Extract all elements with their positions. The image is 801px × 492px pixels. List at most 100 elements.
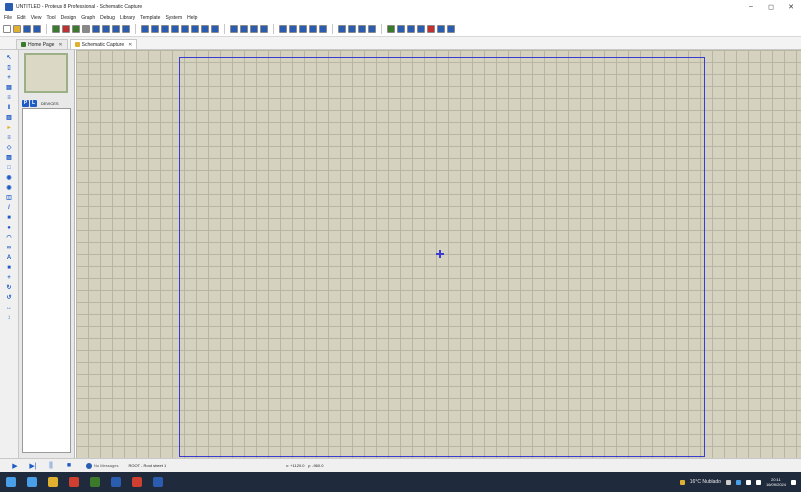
line-icon[interactable]: / bbox=[6, 204, 13, 211]
gerber-icon[interactable] bbox=[82, 25, 90, 33]
text-icon[interactable]: A bbox=[6, 254, 13, 261]
path-icon[interactable]: ∞ bbox=[6, 244, 13, 251]
messages-status[interactable]: No Messages bbox=[94, 463, 118, 468]
origin-icon[interactable] bbox=[161, 25, 169, 33]
wire-autorouter-icon[interactable] bbox=[387, 25, 395, 33]
menu-view[interactable]: View bbox=[31, 15, 42, 21]
box-icon[interactable]: ■ bbox=[6, 214, 13, 221]
menu-design[interactable]: Design bbox=[61, 15, 77, 21]
menu-tool[interactable]: Tool bbox=[46, 15, 55, 21]
grid-icon[interactable] bbox=[151, 25, 159, 33]
refresh-icon[interactable] bbox=[141, 25, 149, 33]
arc-icon[interactable]: ◠ bbox=[6, 234, 13, 241]
cut-icon[interactable] bbox=[250, 25, 258, 33]
word-icon[interactable] bbox=[153, 477, 163, 487]
generator-icon[interactable]: □ bbox=[6, 164, 13, 171]
menu-file[interactable]: File bbox=[4, 15, 12, 21]
subcircuit-icon[interactable]: ▥ bbox=[6, 114, 13, 121]
text-script-icon[interactable]: ≡ bbox=[6, 94, 13, 101]
help-icon[interactable] bbox=[122, 25, 130, 33]
undo-icon[interactable] bbox=[230, 25, 238, 33]
block-move-icon[interactable] bbox=[299, 25, 307, 33]
pick-device-icon[interactable] bbox=[338, 25, 346, 33]
pause-button[interactable]: || bbox=[46, 461, 56, 471]
symbol-icon[interactable]: ■ bbox=[6, 264, 13, 271]
meet-icon[interactable] bbox=[90, 477, 100, 487]
file-explorer-icon[interactable] bbox=[48, 477, 58, 487]
menu-edit[interactable]: Edit bbox=[17, 15, 26, 21]
rotate-cw-icon[interactable]: ↻ bbox=[6, 284, 13, 291]
schematic-canvas[interactable] bbox=[76, 50, 801, 458]
chevron-up-icon[interactable] bbox=[725, 479, 731, 485]
mirror-x-icon[interactable]: ↔ bbox=[6, 304, 13, 311]
paste-icon[interactable] bbox=[279, 25, 287, 33]
decompose-icon[interactable] bbox=[368, 25, 376, 33]
save-icon[interactable] bbox=[23, 25, 31, 33]
schematic-icon[interactable] bbox=[62, 25, 70, 33]
weather-icon[interactable] bbox=[679, 479, 685, 485]
chrome-icon[interactable] bbox=[69, 477, 79, 487]
zoom-in-icon[interactable] bbox=[181, 25, 189, 33]
close-button[interactable]: ✕ bbox=[781, 0, 801, 13]
weather-text[interactable]: 16°C Nublado bbox=[690, 479, 721, 485]
copy-icon[interactable] bbox=[260, 25, 268, 33]
app-red-icon[interactable] bbox=[132, 477, 142, 487]
pan-icon[interactable] bbox=[171, 25, 179, 33]
graph-icon[interactable]: ◇ bbox=[6, 144, 13, 151]
menu-debug[interactable]: Debug bbox=[100, 15, 115, 21]
clock[interactable]: 20:11 16/09/2024 bbox=[766, 477, 786, 487]
library-manager-button[interactable]: L bbox=[30, 99, 37, 107]
zoom-out-icon[interactable] bbox=[191, 25, 199, 33]
block-rotate-icon[interactable] bbox=[309, 25, 317, 33]
zoom-all-icon[interactable] bbox=[201, 25, 209, 33]
redo-icon[interactable] bbox=[240, 25, 248, 33]
component-mode-icon[interactable]: ▯ bbox=[6, 64, 13, 71]
volume-icon[interactable] bbox=[755, 479, 761, 485]
terminals-icon[interactable]: ▸ bbox=[6, 124, 13, 131]
play-button[interactable]: ▶ bbox=[10, 461, 20, 471]
make-device-icon[interactable] bbox=[348, 25, 356, 33]
buses-icon[interactable]: ‖ bbox=[6, 104, 13, 111]
tape-recorder-icon[interactable]: ▨ bbox=[6, 154, 13, 161]
wire-label-icon[interactable]: ▤ bbox=[6, 84, 13, 91]
maximize-button[interactable]: ◻ bbox=[761, 0, 781, 13]
bom-icon[interactable] bbox=[102, 25, 110, 33]
selection-mode-icon[interactable]: ↖ bbox=[6, 54, 13, 61]
menu-help[interactable]: Help bbox=[187, 15, 197, 21]
task-view-icon[interactable] bbox=[27, 477, 37, 487]
block-copy-icon[interactable] bbox=[289, 25, 297, 33]
netlist-icon[interactable] bbox=[447, 25, 455, 33]
zoom-area-icon[interactable] bbox=[211, 25, 219, 33]
junction-dot-icon[interactable]: + bbox=[6, 74, 13, 81]
design-explorer-icon[interactable] bbox=[112, 25, 120, 33]
message-indicator-icon[interactable] bbox=[86, 462, 92, 469]
tab-schematic-capture[interactable]: Schematic Capture ✕ bbox=[69, 39, 138, 49]
block-delete-icon[interactable] bbox=[319, 25, 327, 33]
remove-sheet-icon[interactable] bbox=[427, 25, 435, 33]
new-sheet-icon[interactable] bbox=[417, 25, 425, 33]
property-assignment-icon[interactable] bbox=[407, 25, 415, 33]
current-probe-icon[interactable]: ◉ bbox=[6, 184, 13, 191]
menu-library[interactable]: Library bbox=[120, 15, 135, 21]
step-button[interactable]: ▶| bbox=[28, 461, 38, 471]
package-tool-icon[interactable] bbox=[358, 25, 366, 33]
wifi-icon[interactable] bbox=[745, 479, 751, 485]
pcb-icon[interactable] bbox=[72, 25, 80, 33]
proteus-icon[interactable] bbox=[111, 477, 121, 487]
windows-start-icon[interactable] bbox=[6, 477, 16, 487]
close-project-icon[interactable] bbox=[33, 25, 41, 33]
overview-window[interactable] bbox=[24, 53, 68, 93]
3d-icon[interactable] bbox=[92, 25, 100, 33]
new-icon[interactable] bbox=[3, 25, 11, 33]
mirror-y-icon[interactable]: ↕ bbox=[6, 314, 13, 321]
open-icon[interactable] bbox=[13, 25, 21, 33]
home-icon[interactable] bbox=[52, 25, 60, 33]
device-pins-icon[interactable]: ≡ bbox=[6, 134, 13, 141]
rotate-ccw-icon[interactable]: ↺ bbox=[6, 294, 13, 301]
close-icon[interactable]: ✕ bbox=[58, 42, 62, 48]
close-icon[interactable]: ✕ bbox=[128, 42, 132, 48]
menu-template[interactable]: Template bbox=[140, 15, 160, 21]
search-tag-icon[interactable] bbox=[397, 25, 405, 33]
tab-home-page[interactable]: Home Page ✕ bbox=[16, 39, 68, 49]
menu-system[interactable]: System bbox=[165, 15, 182, 21]
